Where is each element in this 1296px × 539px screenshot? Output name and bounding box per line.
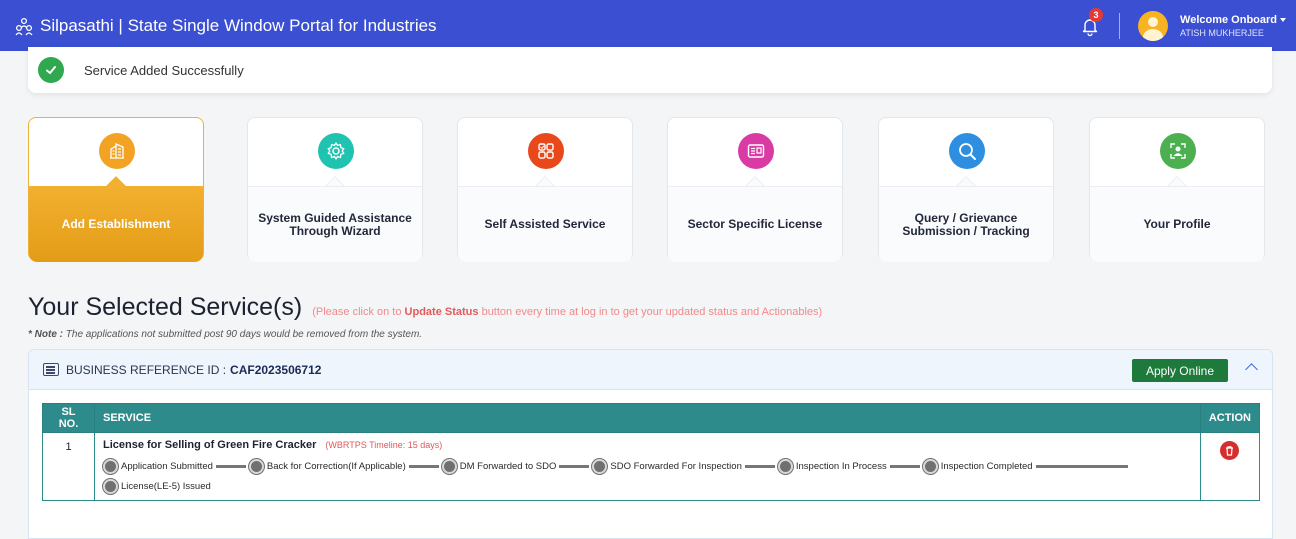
status-step: License(LE-5) Issued: [103, 479, 211, 494]
status-step: Inspection In Process: [777, 459, 887, 474]
step-label: Inspection In Process: [795, 461, 887, 472]
step-dot-icon: [777, 459, 793, 474]
building-icon: [99, 133, 135, 169]
notification-count-badge: 3: [1089, 7, 1104, 22]
chevron-up-icon[interactable]: [1245, 363, 1258, 376]
panel-header[interactable]: BUSINESS REFERENCE ID : CAF2023506712 Ap…: [29, 350, 1272, 390]
brand[interactable]: Silpasathi | State Single Window Portal …: [14, 16, 437, 36]
note-text: The applications not submitted post 90 d…: [63, 329, 423, 340]
service-cell: License for Selling of Green Fire Cracke…: [94, 432, 1201, 501]
card-query-grievance[interactable]: Query / Grievance Submission / Tracking: [878, 117, 1054, 262]
profile-icon: [1160, 133, 1196, 169]
list-icon: [43, 363, 59, 376]
divider: [1119, 12, 1121, 39]
note: * Note : The applications not submitted …: [28, 329, 422, 340]
note-label: * Note :: [28, 329, 63, 340]
top-navbar: Silpasathi | State Single Window Portal …: [0, 0, 1296, 51]
card-label: Self Assisted Service: [484, 217, 606, 231]
status-steps: Application Submitted Back for Correctio…: [103, 459, 1192, 494]
user-menu[interactable]: Welcome Onboard ATISH MUKHERJEE: [1180, 14, 1286, 38]
status-step: Inspection Completed: [922, 459, 1033, 474]
selected-services-heading: Your Selected Service(s) (Please click o…: [28, 293, 822, 322]
status-step: Back for Correction(If Applicable): [248, 459, 406, 474]
app-title: Silpasathi | State Single Window Portal …: [40, 15, 437, 35]
step-label: SDO Forwarded For Inspection: [610, 461, 742, 472]
service-name: License for Selling of Green Fire Cracke…: [103, 439, 317, 451]
services-table: SL NO. SERVICE ACTION 1 License for Sell…: [42, 403, 1261, 501]
step-connector: [559, 465, 590, 468]
step-dot-icon: [441, 459, 457, 474]
sl-number: 1: [42, 432, 95, 501]
license-icon: [738, 133, 774, 169]
business-reference-panel: BUSINESS REFERENCE ID : CAF2023506712 Ap…: [28, 349, 1273, 539]
card-system-guided-assistance[interactable]: System Guided Assistance Through Wizard: [247, 117, 423, 262]
card-add-establishment[interactable]: Add Establishment: [28, 117, 204, 262]
welcome-text: Welcome Onboard: [1180, 13, 1277, 26]
status-step: SDO Forwarded For Inspection: [592, 459, 742, 474]
card-self-assisted-service[interactable]: Self Assisted Service: [457, 117, 633, 262]
hint-text: (Please click on to: [312, 306, 405, 318]
notification-bell[interactable]: 3: [1079, 7, 1104, 37]
card-your-profile[interactable]: Your Profile: [1089, 117, 1265, 262]
delete-trash-icon[interactable]: [1220, 441, 1240, 460]
success-message: Service Added Successfully: [84, 62, 244, 78]
caret-down-icon: [1280, 17, 1286, 22]
card-label: Query / Grievance Submission / Tracking: [902, 210, 1030, 238]
step-connector: [889, 465, 920, 468]
silpasathi-logo-icon: [15, 17, 33, 35]
step-connector: [1035, 465, 1128, 468]
user-name: ATISH MUKHERJEE: [1180, 27, 1264, 38]
step-label: DM Forwarded to SDO: [459, 461, 557, 472]
step-dot-icon: [592, 459, 608, 474]
card-label: Sector Specific License: [687, 217, 823, 231]
card-label: Add Establishment: [61, 216, 171, 231]
step-dot-icon: [922, 459, 938, 474]
gear-icon: [318, 133, 354, 169]
page-title: Your Selected Service(s): [28, 293, 303, 321]
card-label: Your Profile: [1143, 217, 1211, 231]
step-connector: [215, 465, 246, 468]
card-label: System Guided Assistance Through Wizard: [258, 210, 412, 238]
step-label: License(LE-5) Issued: [121, 481, 211, 492]
reference-id: CAF2023506712: [230, 362, 322, 377]
card-sector-specific-license[interactable]: Sector Specific License: [667, 117, 843, 262]
column-header-action: ACTION: [1199, 403, 1261, 433]
status-step: DM Forwarded to SDO: [441, 459, 557, 474]
check-circle-icon: [38, 57, 64, 83]
search-icon: [949, 133, 985, 169]
grid-checklist-icon: [528, 133, 564, 169]
update-status-hint: (Please click on to Update Status button…: [312, 306, 822, 318]
hint-text: button every time at log in to get your …: [478, 306, 823, 318]
step-label: Inspection Completed: [940, 461, 1033, 472]
step-dot-icon: [248, 459, 264, 474]
avatar[interactable]: [1138, 10, 1169, 41]
step-label: Application Submitted: [121, 461, 213, 472]
step-label: Back for Correction(If Applicable): [266, 461, 406, 472]
table-row: 1 License for Selling of Green Fire Crac…: [42, 432, 1261, 501]
status-step: Application Submitted: [103, 459, 213, 474]
step-dot-icon: [103, 459, 118, 474]
action-cell: [1199, 432, 1261, 501]
success-alert: Service Added Successfully: [28, 47, 1272, 93]
step-dot-icon: [103, 479, 118, 494]
hint-emphasis: Update Status: [404, 306, 479, 318]
column-header-sl: SL NO.: [42, 403, 95, 433]
timeline-label: (WBRTPS Timeline: 15 days): [325, 440, 443, 450]
reference-label: BUSINESS REFERENCE ID :: [66, 362, 227, 377]
step-connector: [744, 465, 775, 468]
column-header-service: SERVICE: [94, 403, 1201, 433]
apply-online-button[interactable]: Apply Online: [1131, 359, 1228, 382]
step-connector: [408, 465, 439, 468]
